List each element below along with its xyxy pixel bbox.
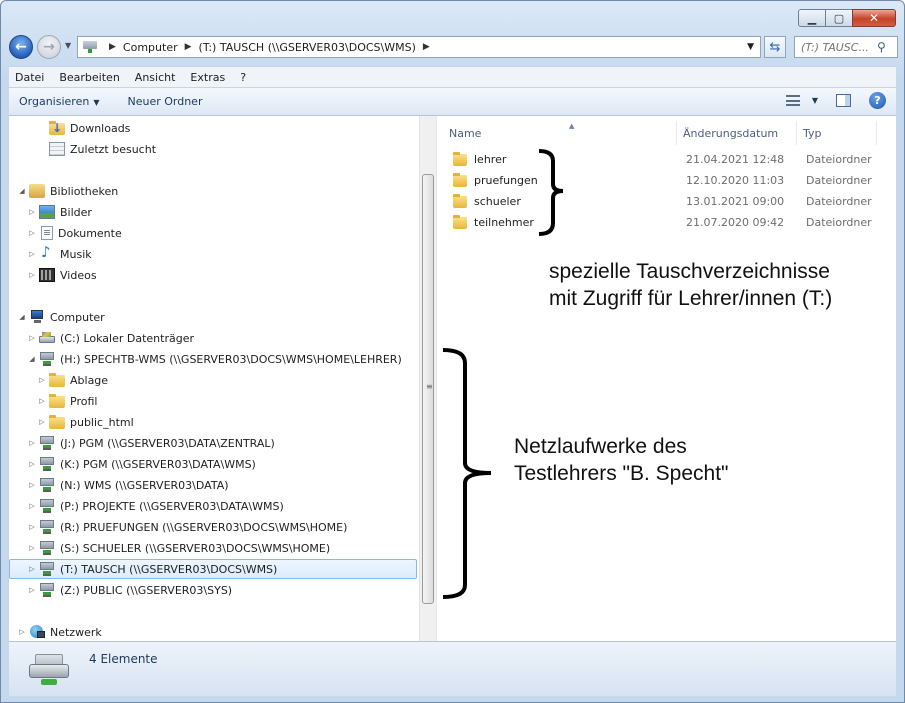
status-item-count: 4 Elemente [89, 652, 158, 666]
brace-right-large [442, 348, 492, 599]
annotation-line: Testlehrers "B. Specht" [514, 462, 729, 485]
annotation-line: mit Zugriff für Lehrer/innen (T:) [549, 287, 833, 310]
network-drive-large-icon [27, 652, 71, 688]
annotation-network-drives: Netzlaufwerke des Testlehrers "B. Specht… [514, 433, 729, 487]
brace-right-small [538, 149, 564, 236]
annotation-line: Netzlaufwerke des [514, 435, 687, 458]
annotation-line: spezielle Tauschverzeichnisse [549, 260, 830, 283]
explorer-window: ▁ ▢ ✕ ← → ▼ ▶ Computer ▶ (T:) TAUSCH (\\… [0, 0, 905, 703]
annotation-special-folders: spezielle Tauschverzeichnisse mit Zugrif… [549, 258, 832, 312]
annotation-braces [442, 149, 564, 599]
status-bar: 4 Elemente [9, 641, 896, 696]
